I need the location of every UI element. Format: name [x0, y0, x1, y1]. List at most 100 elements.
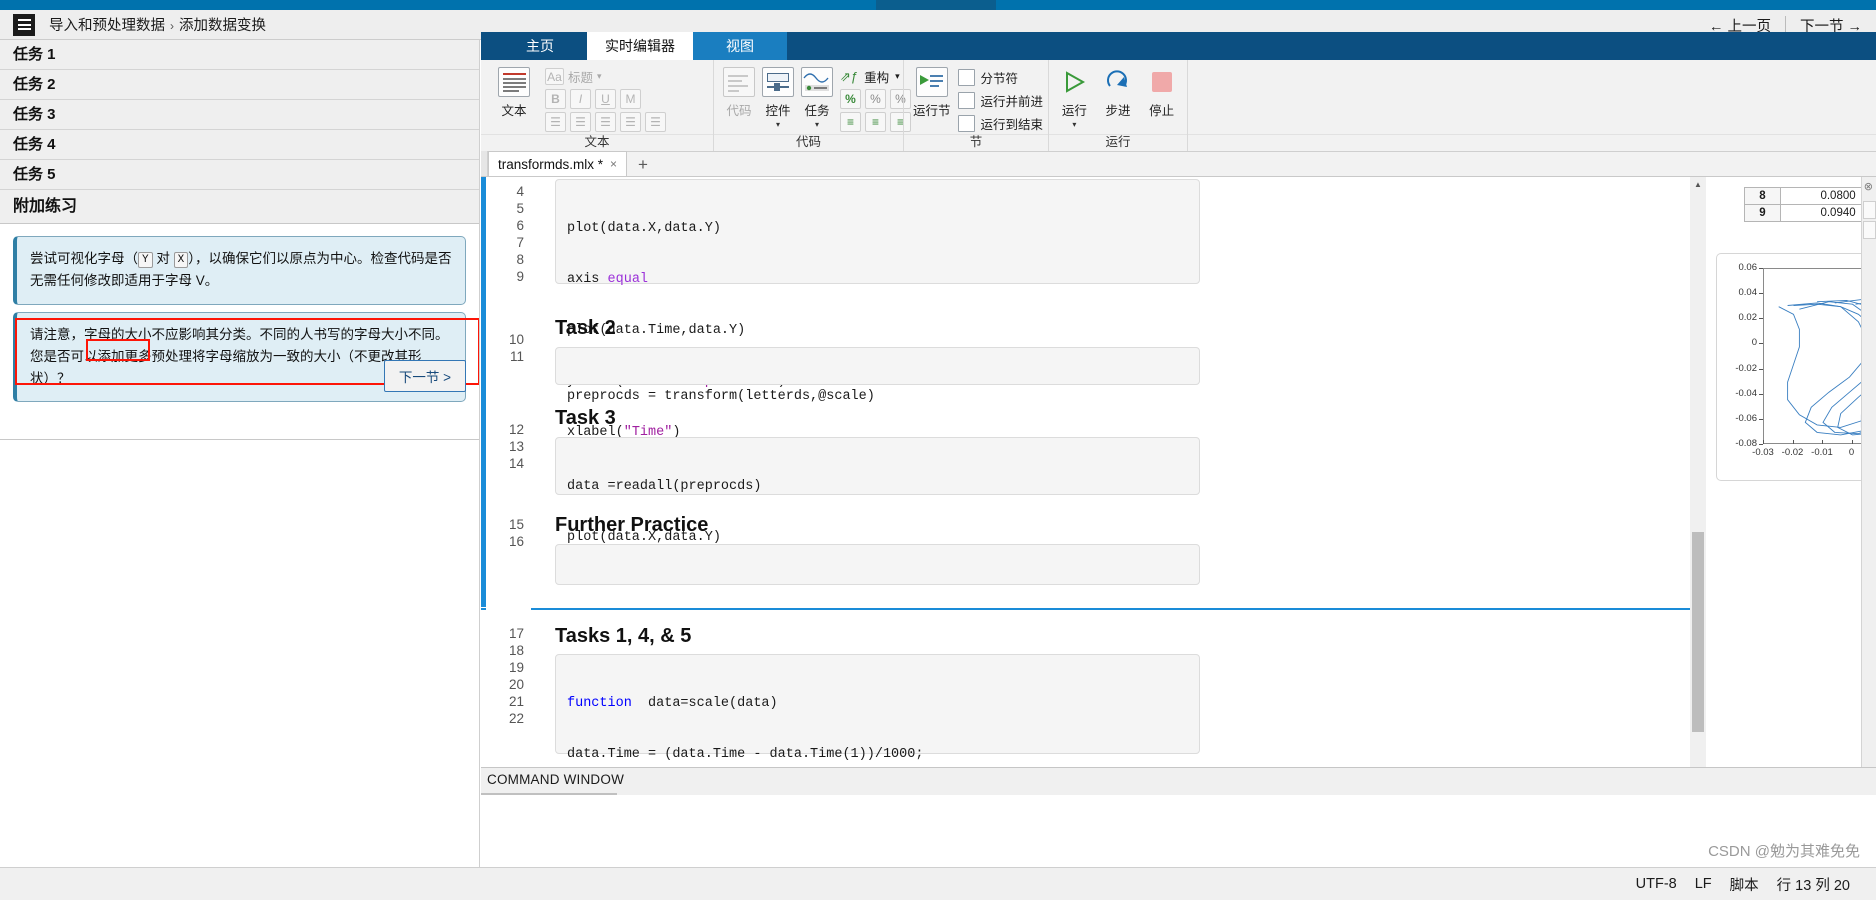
- output-cell-button[interactable]: [1862, 221, 1876, 239]
- code-button[interactable]: 代码: [723, 65, 755, 119]
- sidebar-item-task-5[interactable]: 任务 5: [0, 160, 479, 190]
- chevron-down-icon[interactable]: ▾: [776, 121, 780, 129]
- run-advance-button[interactable]: 运行并前进: [957, 91, 1043, 110]
- step-button[interactable]: 步进: [1102, 65, 1135, 119]
- ribbon-group-run: 运行 ▾ 步进 停止 运行: [1048, 60, 1187, 151]
- hamburger-icon[interactable]: [13, 13, 35, 36]
- breadcrumb-parent[interactable]: 导入和预处理数据: [49, 18, 165, 34]
- x-tick-mark: [1822, 440, 1823, 444]
- output-plot-card[interactable]: 0.06 0.04 0.02 0 -0.02 -0.04 -0.06 -0.08 -0.03-…: [1716, 253, 1876, 481]
- run-to-end-button[interactable]: 运行到结束: [957, 114, 1043, 133]
- file-tab-transformds[interactable]: transformds.mlx * ×: [488, 151, 628, 176]
- plot-traces: [1778, 298, 1876, 436]
- task-button[interactable]: 任务 ▾: [801, 65, 833, 129]
- watermark: CSDN @勉为其难免免: [1708, 843, 1860, 860]
- indent-icon[interactable]: ≡: [840, 112, 861, 132]
- align-left-icon[interactable]: ☰: [595, 112, 616, 132]
- y-tick-mark: [1759, 293, 1763, 295]
- text-button[interactable]: 文本: [490, 65, 538, 119]
- code-line: preprocds = transform(letterds,@scale): [567, 389, 875, 404]
- scroll-up-icon[interactable]: ▲: [1690, 177, 1706, 192]
- command-window-title: COMMAND WINDOW: [487, 772, 625, 787]
- course-content: 尝试可视化字母（ Y 对 X ），以确保它们以原点为中心。检查代码是否无需任何修改即…: [0, 224, 479, 482]
- close-icon[interactable]: ×: [610, 157, 617, 171]
- control-button[interactable]: 控件 ▾: [762, 65, 794, 129]
- monospace-button[interactable]: M: [620, 89, 641, 109]
- refactor-button[interactable]: ⇗ƒ 重构 ▾: [840, 67, 911, 86]
- bullet-list-icon[interactable]: ☰: [545, 112, 566, 132]
- refactor-icon: ⇗ƒ: [840, 68, 859, 84]
- sidebar-item-task-1[interactable]: 任务 1: [0, 40, 479, 70]
- numbered-list-icon[interactable]: ☰: [570, 112, 591, 132]
- line-number: 19: [508, 660, 524, 675]
- output-cell-button[interactable]: [1862, 201, 1876, 219]
- ribbon-group-code: 代码 控件 ▾ 任务 ▾ ⇗ƒ 重构 ▾ % % % ≡ ≡ ≡ 代码: [713, 60, 911, 151]
- code-block-2[interactable]: preprocds = transform(letterds,@scale): [555, 347, 1200, 404]
- section-break-button[interactable]: 分节符: [957, 68, 1044, 87]
- section-menu: 分节符 运行并前进 运行到结束: [957, 65, 1044, 133]
- code-button-label: 代码: [726, 104, 752, 118]
- sidebar-item-task-3[interactable]: 任务 3: [0, 100, 479, 130]
- sidebar-item-task-2[interactable]: 任务 2: [0, 70, 479, 100]
- code-line: axis: [567, 272, 608, 287]
- align-right-icon[interactable]: ☰: [645, 112, 666, 132]
- line-number: 14: [508, 456, 524, 471]
- new-tab-button[interactable]: +: [627, 154, 659, 176]
- y-tick-mark: [1759, 268, 1763, 269]
- sidebar-item-task-4[interactable]: 任务 4: [0, 130, 479, 160]
- y-tick-label: 0.06: [1738, 262, 1758, 273]
- chevron-down-icon[interactable]: ▾: [1072, 121, 1076, 129]
- ribbon-group-run-label: 运行: [1049, 134, 1187, 151]
- file-tab-label: transformds.mlx *: [498, 156, 604, 172]
- x-tick-mark: [1792, 440, 1794, 444]
- close-icon[interactable]: ⊗: [1864, 180, 1873, 193]
- bold-button[interactable]: B: [545, 89, 566, 109]
- align-center-icon[interactable]: ☰: [620, 112, 641, 132]
- chevron-down-icon[interactable]: ▾: [895, 71, 900, 82]
- pane-divider: [0, 439, 479, 440]
- code-block-5[interactable]: function data=scale(data) data.Time = (d…: [555, 654, 1200, 762]
- line-number: 12: [508, 422, 524, 437]
- breadcrumb-current: 添加数据变换: [179, 18, 266, 34]
- y-tick-label: -0.06: [1735, 412, 1757, 424]
- uncomment-icon[interactable]: %: [865, 89, 886, 109]
- percent-icon[interactable]: %: [840, 89, 861, 109]
- tab-live-editor[interactable]: 实时编辑器: [587, 32, 693, 60]
- y-tick-mark: [1759, 368, 1763, 370]
- increase-indent-icon[interactable]: ≡: [865, 112, 886, 132]
- tabstrip-grip-icon[interactable]: [481, 151, 488, 176]
- title-style-dropdown[interactable]: Aa 标题 ▾: [545, 67, 666, 86]
- task-button-label: 任务: [804, 104, 830, 118]
- code-block-4[interactable]: [555, 544, 1200, 585]
- output-scrollbar[interactable]: ▲: [1690, 177, 1706, 767]
- line-number: 17: [508, 626, 524, 641]
- y-tick-label: 0.02: [1738, 312, 1758, 324]
- stop-button[interactable]: 停止: [1145, 65, 1178, 119]
- text-button-label: 文本: [501, 104, 527, 118]
- tab-view[interactable]: 视图: [693, 32, 787, 60]
- heading-tasks-1-4-5: Tasks 1, 4, & 5: [555, 625, 692, 647]
- section-break-icon: [957, 69, 975, 86]
- control-button-label: 控件: [765, 104, 791, 118]
- live-editor[interactable]: 4 5 6 7 8 9 10 11 12 13 14 15 16 17 18 1…: [481, 177, 1705, 767]
- run-button[interactable]: 运行 ▾: [1058, 65, 1091, 129]
- code-block-1[interactable]: plot(data.X,data.Y) axis equal plot(data…: [555, 179, 1200, 440]
- chevron-down-icon[interactable]: ▾: [815, 121, 819, 129]
- ribbon-group-text: 文本 Aa 标题 ▾ B I U M ☰ ☰ ☰ ☰ ☰ 文本: [481, 60, 713, 151]
- code-line: data =readall(preprocds): [567, 479, 762, 494]
- heading-task-3: Task 3: [555, 407, 616, 429]
- italic-button[interactable]: I: [570, 89, 591, 109]
- run-section-button[interactable]: 运行节: [913, 65, 951, 119]
- scrollbar-thumb[interactable]: [1692, 532, 1704, 732]
- next-section-button-bottom[interactable]: 下一节 >: [383, 360, 466, 392]
- tab-home[interactable]: 主页: [493, 32, 587, 60]
- run-section-icon: [915, 67, 948, 97]
- top-accent-tab: [876, 0, 996, 10]
- ribbon-spacer-label: [1188, 134, 1876, 151]
- line-number: 6: [516, 218, 524, 233]
- underline-button[interactable]: U: [595, 89, 616, 109]
- ribbon-group-code-label: 代码: [714, 134, 903, 151]
- title-style-label: 标题: [568, 71, 594, 85]
- code-block-3[interactable]: data =readall(preprocds) plot(data.X,dat…: [555, 437, 1200, 545]
- code-icon: [723, 67, 755, 97]
